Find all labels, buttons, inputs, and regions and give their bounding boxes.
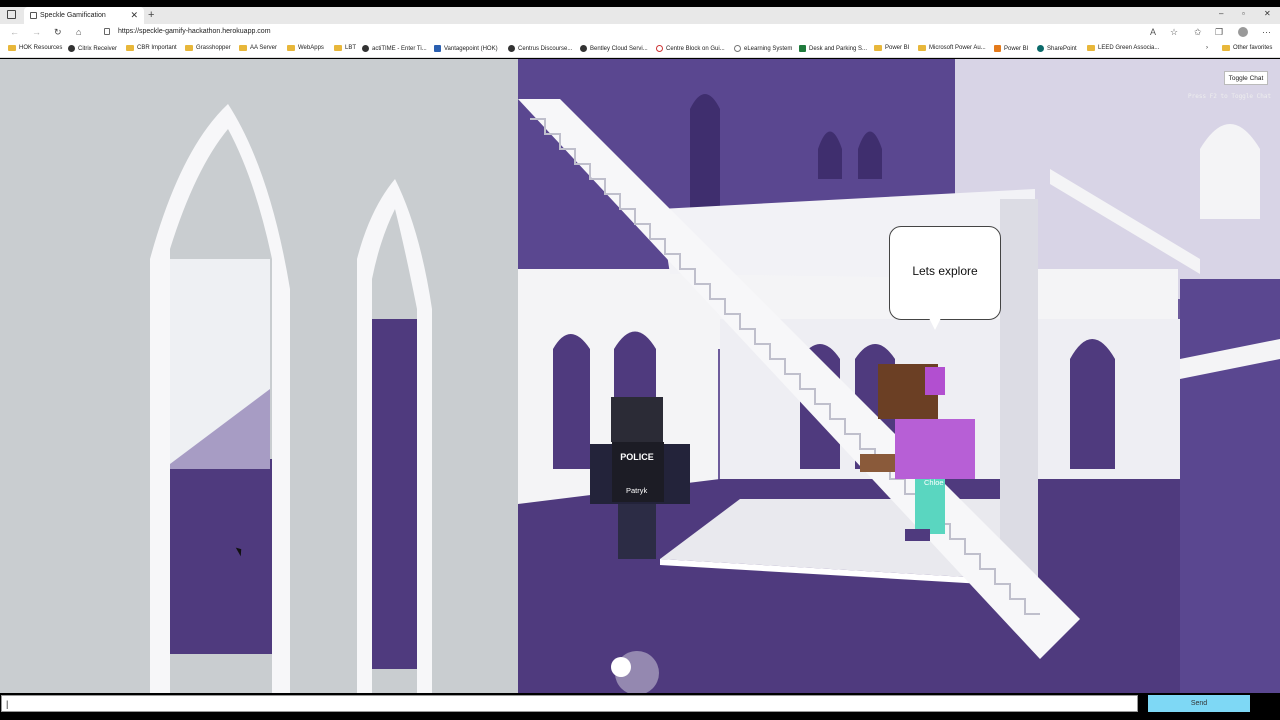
centrus-icon	[508, 45, 515, 52]
bookmarks-bar: HOK Resources Citrix Receiver CBR Import…	[0, 41, 1280, 58]
lock-icon[interactable]	[104, 28, 110, 35]
folder-icon	[918, 45, 926, 51]
profile-avatar-icon[interactable]	[1238, 27, 1248, 37]
bookmark-cbr-important[interactable]: CBR Important	[126, 45, 177, 51]
bookmark-other-favorites[interactable]: Other favorites	[1222, 45, 1272, 51]
url-field[interactable]: https://speckle-gamify-hackathon.herokua…	[118, 28, 271, 35]
chloe-arm	[860, 454, 895, 472]
right-pillar	[1000, 199, 1038, 599]
address-bar: ← → ↻ ⌂ https://speckle-gamify-hackathon…	[0, 24, 1280, 41]
bookmark-sharepoint[interactable]: SharePoint	[1037, 45, 1077, 52]
actitime-icon	[362, 45, 369, 52]
tab-title: Speckle Gamification	[40, 12, 106, 19]
chloe-shoe	[905, 529, 930, 541]
chat-bar: Send	[0, 693, 1280, 720]
speech-bubble: Lets explore	[889, 226, 1001, 320]
bookmark-actitime[interactable]: actiTIME - Enter Ti...	[362, 45, 427, 52]
bookmark-desk-parking[interactable]: Desk and Parking S...	[799, 45, 867, 52]
chat-input[interactable]	[1, 695, 1138, 712]
favorite-star-icon[interactable]: ☆	[1170, 27, 1178, 38]
patryk-head	[611, 397, 663, 442]
window-close-icon[interactable]: ✕	[1264, 9, 1271, 18]
refresh-icon[interactable]: ↻	[54, 27, 62, 38]
folder-icon	[185, 45, 193, 51]
folder-icon	[126, 45, 134, 51]
bookmark-power-automate[interactable]: Microsoft Power Au...	[918, 45, 986, 51]
sharepoint-icon	[1037, 45, 1044, 52]
bookmark-centre-block[interactable]: Centre Block on Gui...	[656, 45, 725, 52]
read-aloud-icon[interactable]: A	[1150, 27, 1156, 37]
right-purple-wall	[1180, 279, 1280, 693]
tab-close-icon[interactable]: ✕	[130, 10, 138, 21]
speech-bubble-tail	[929, 318, 941, 330]
page-favicon-icon	[30, 12, 37, 19]
forward-icon[interactable]: →	[32, 27, 41, 37]
collections-icon[interactable]: ❐	[1215, 27, 1223, 38]
bookmark-webapps[interactable]: WebApps	[287, 45, 324, 51]
bookmark-power-bi[interactable]: Power BI	[994, 45, 1028, 52]
bookmarks-overflow-icon[interactable]: ›	[1206, 45, 1208, 51]
new-tab-icon[interactable]: +	[148, 9, 154, 21]
bookmark-aa-server[interactable]: AA Server	[239, 45, 277, 51]
bookmark-grasshopper[interactable]: Grasshopper	[185, 45, 231, 51]
more-menu-icon[interactable]: ⋯	[1262, 27, 1271, 38]
chloe-bow	[925, 367, 945, 395]
speech-text: Lets explore	[912, 264, 978, 278]
home-icon[interactable]: ⌂	[76, 27, 81, 37]
power-bi-icon	[994, 45, 1001, 52]
favorites-icon[interactable]: ✩	[1194, 27, 1202, 38]
excel-icon	[799, 45, 806, 52]
bookmark-bentley[interactable]: Bentley Cloud Servi...	[580, 45, 648, 52]
folder-icon	[1222, 45, 1230, 51]
vantagepoint-icon	[434, 45, 441, 52]
chloe-legs	[915, 479, 945, 534]
chloe-nametag: Chloe	[924, 478, 944, 487]
folder-icon	[287, 45, 295, 51]
folder-icon	[8, 45, 16, 51]
bookmark-lbt[interactable]: LBT	[334, 45, 356, 51]
joystick-knob[interactable]	[611, 657, 631, 677]
patryk-legs	[618, 504, 656, 559]
folder-icon	[874, 45, 882, 51]
bookmark-centrus[interactable]: Centrus Discourse...	[508, 45, 572, 52]
tab-speckle-gamification[interactable]: Speckle Gamification ✕	[24, 7, 144, 24]
folder-icon	[239, 45, 247, 51]
centre-block-icon	[656, 45, 663, 52]
bookmark-power-bi-folder[interactable]: Power BI	[874, 45, 909, 51]
bookmark-citrix-receiver[interactable]: Citrix Receiver	[68, 45, 117, 52]
bookmark-leed[interactable]: LEED Green Associa...	[1087, 45, 1159, 51]
bookmark-elearning[interactable]: eLearning System	[734, 45, 792, 52]
upper-right-arch	[1200, 124, 1260, 219]
police-vest-label: POLICE	[620, 452, 654, 462]
arch-window-e	[1070, 339, 1115, 469]
patryk-nametag: Patryk	[626, 486, 648, 495]
tab-actions-icon[interactable]	[7, 10, 16, 19]
top-black-bar	[0, 0, 1280, 7]
chloe-body	[895, 419, 975, 479]
folder-icon	[334, 45, 342, 51]
screen: Speckle Gamification ✕ + – ▫ ✕ ← → ↻ ⌂ h…	[0, 0, 1280, 720]
toggle-chat-button[interactable]: Toggle Chat	[1224, 71, 1268, 85]
back-icon[interactable]: ←	[10, 27, 19, 37]
maximize-icon[interactable]: ▫	[1242, 9, 1245, 18]
arch-window-a	[553, 334, 590, 469]
citrix-icon	[68, 45, 75, 52]
send-button[interactable]: Send	[1148, 695, 1250, 712]
bookmark-hok-resources[interactable]: HOK Resources	[8, 45, 62, 51]
bookmark-vantagepoint[interactable]: Vantagepoint (HOK)	[434, 45, 498, 52]
minimize-icon[interactable]: –	[1219, 9, 1223, 18]
toggle-chat-hint: Press F2 to Toggle Chat	[1188, 93, 1272, 100]
game-scene[interactable]: POLICE	[0, 59, 1280, 693]
tab-strip: Speckle Gamification ✕ + – ▫ ✕	[0, 7, 1280, 24]
folder-icon	[1087, 45, 1095, 51]
bentley-icon	[580, 45, 587, 52]
elearning-icon	[734, 45, 741, 52]
game-viewport[interactable]: POLICE	[0, 59, 1280, 693]
